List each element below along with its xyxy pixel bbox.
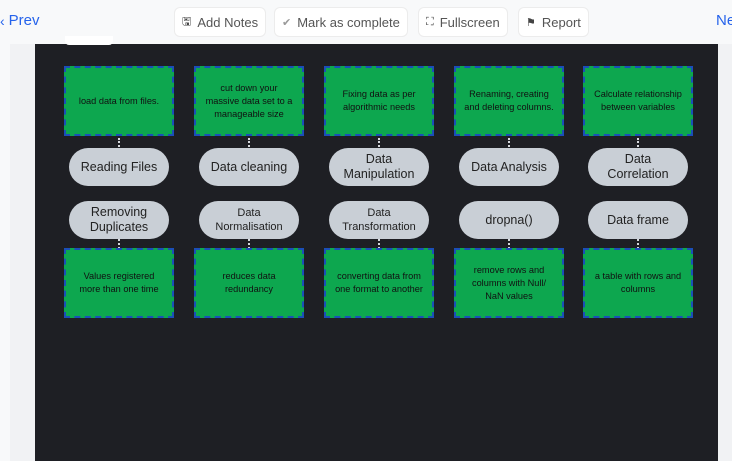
note-box: reduces data redundancy	[194, 248, 304, 318]
note-box: converting data from one format to anoth…	[324, 248, 434, 318]
process-pill: Data cleaning	[199, 148, 299, 186]
add-notes-button[interactable]: 🖫 Add Notes	[175, 8, 266, 36]
mark-complete-button[interactable]: ✔ Mark as complete	[275, 8, 407, 36]
flag-icon: ⚑	[526, 16, 536, 29]
note-box: remove rows and columns with Null/ NaN v…	[454, 248, 564, 318]
process-pill: Reading Files	[69, 148, 169, 186]
process-pill: Data Transformation	[329, 201, 429, 239]
left-margin	[10, 44, 35, 461]
process-pill: Data frame	[588, 201, 688, 239]
note-icon: 🖫	[182, 15, 192, 28]
fullscreen-icon: ⛶	[426, 15, 434, 28]
report-label: Report	[541, 14, 581, 30]
process-pill: Data Manipulation	[329, 148, 429, 186]
note-box: load data from files.	[64, 66, 174, 136]
chevron-left-icon: ‹	[0, 12, 5, 29]
next-button[interactable]: Ne	[716, 12, 732, 29]
note-box: Fixing data as per algorithmic needs	[324, 66, 434, 136]
process-pill: Removing Duplicates	[69, 201, 169, 239]
note-box: cut down your massive data set to a mana…	[194, 66, 304, 136]
right-margin	[718, 44, 732, 461]
prev-button[interactable]: ‹ Prev	[0, 12, 40, 29]
process-pill: Data Normalisation	[199, 201, 299, 239]
note-box: Renaming, creating and deleting columns.	[454, 66, 564, 136]
fullscreen-label: Fullscreen	[439, 14, 500, 30]
process-pill: Data Correlation	[588, 148, 688, 186]
fullscreen-button[interactable]: ⛶ Fullscreen	[419, 8, 507, 36]
process-pill: Data Analysis	[459, 148, 559, 186]
mark-complete-label: Mark as complete	[297, 14, 400, 30]
note-box: Values registered more than one time	[64, 248, 174, 318]
prev-label: Prev	[8, 12, 40, 29]
note-box: a table with rows and columns	[583, 248, 693, 318]
check-icon: ✔	[282, 16, 292, 29]
add-notes-label: Add Notes	[197, 14, 259, 30]
process-pill: dropna()	[459, 201, 559, 239]
note-box: Calculate relationship between variables	[583, 66, 693, 136]
report-button[interactable]: ⚑ Report	[519, 8, 588, 36]
canvas-tab	[65, 36, 113, 45]
next-label: Ne	[716, 12, 732, 29]
diagram-canvas: load data from files. Reading Files Remo…	[35, 44, 718, 461]
